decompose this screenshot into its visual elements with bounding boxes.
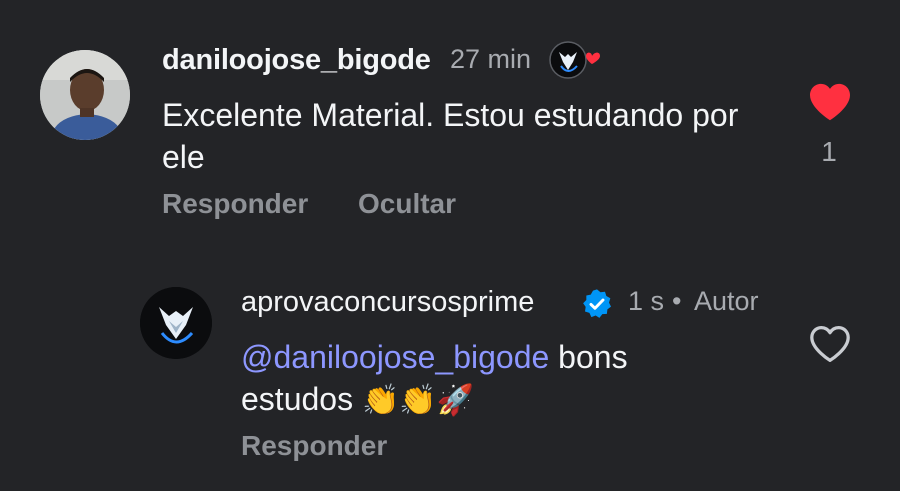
user-photo [40, 50, 130, 140]
separator-dot: • [672, 286, 682, 316]
clapping-hands-emoji: 👏 [399, 383, 437, 418]
comment-username[interactable]: aprovaconcursosprime [241, 286, 534, 319]
comment-text-line2: estudos [241, 381, 354, 417]
avatar[interactable] [140, 287, 212, 359]
heart-filled-icon[interactable] [808, 82, 852, 122]
reply-button[interactable]: Responder [162, 188, 308, 220]
avatar[interactable] [40, 50, 130, 140]
like-count: 1 [821, 136, 837, 167]
hide-button[interactable]: Ocultar [358, 188, 456, 220]
comment-username[interactable]: daniloojose_bigode [162, 44, 431, 77]
comment-text: Excelente Material. Estou estudando por … [162, 97, 739, 175]
author-label: Autor [694, 286, 759, 316]
comment-time: 1 s [628, 286, 665, 316]
clapping-hands-emoji: 👏 [361, 383, 400, 418]
comment-text-part: bons [549, 339, 628, 375]
reply-button[interactable]: Responder [241, 430, 387, 462]
mention-link[interactable]: @daniloojose_bigode [241, 339, 549, 375]
verified-badge-icon [581, 288, 613, 320]
comment-text: @daniloojose_bigode bons estudos 👏👏🚀 [241, 336, 781, 422]
heart-outline-icon[interactable] [808, 324, 852, 364]
rocket-emoji: 🚀 [436, 383, 475, 418]
wolf-logo-with-heart-icon [548, 40, 608, 80]
comment-time: 27 min [450, 44, 532, 74]
wolf-logo-icon [140, 287, 212, 359]
